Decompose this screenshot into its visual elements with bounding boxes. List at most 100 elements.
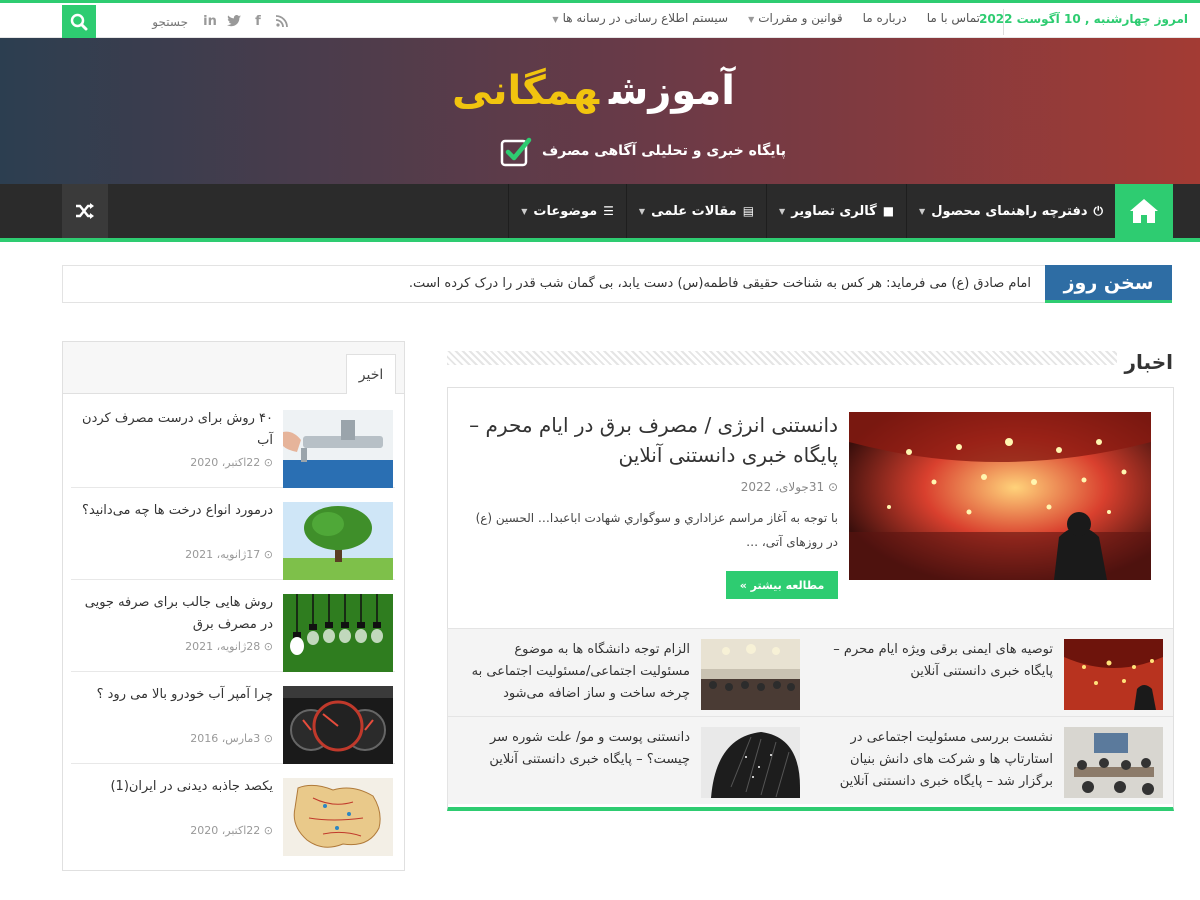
site-tagline: پایگاه خبری و تحلیلی آگاهی مصرف: [500, 135, 786, 167]
post-date-text: 17ژانویه، 2021: [185, 548, 261, 561]
nav-item-articles[interactable]: ▤ مقالات علمی ▼: [625, 184, 766, 238]
clock-icon: ⊙: [263, 548, 273, 561]
nav-item-topics[interactable]: ☰ موضوعات ▼: [508, 184, 626, 238]
main-nav: ☰ موضوعات ▼ ▤ مقالات علمی ▼ ■ گالری تصاو…: [0, 184, 1200, 242]
post-title[interactable]: چرا آمپر آب خودرو بالا می رود ؟: [75, 684, 273, 706]
clock-icon: ⊙: [263, 640, 273, 653]
post-title[interactable]: روش هایی جالب برای صرفه جویی در مصرف برق: [75, 592, 273, 636]
post-title[interactable]: ۴۰ روش برای درست مصرف کردن آب: [75, 408, 273, 452]
news-item-thumbnail[interactable]: [701, 727, 800, 798]
nav-item-label: مقالات علمی: [651, 203, 737, 219]
topnav-item-about[interactable]: درباره ما: [863, 11, 907, 25]
nav-item-label: دفترچه راهنمای محصول: [931, 203, 1088, 219]
rss-icon[interactable]: [274, 13, 290, 29]
quote-of-day: سخن روز امام صادق (ع) می فرمايد: هر کس ب…: [62, 265, 1172, 303]
chevron-down-icon: ▼: [919, 206, 926, 216]
random-post-button[interactable]: [62, 184, 108, 238]
quote-label: سخن روز: [1045, 265, 1172, 303]
chevron-down-icon: ▼: [748, 15, 755, 24]
topnav-item-rules[interactable]: قوانین و مقررات▼: [748, 11, 843, 25]
list-item[interactable]: یکصد جاذبه دیدنی در ایران(1) ⊙ 22اکتبر، …: [71, 766, 395, 856]
nav-item-manual[interactable]: ⏻ دفترچه راهنمای محصول ▼: [906, 184, 1115, 238]
post-date-text: 3مارس، 2016: [190, 732, 261, 745]
nav-item-gallery[interactable]: ■ گالری تصاویر ▼: [766, 184, 906, 238]
list-item[interactable]: درمورد انواع درخت ها چه می‌دانید؟ ⊙ 17ژا…: [71, 490, 395, 580]
top-nav: سیستم اطلاع رسانی در رسانه ها▼ قوانین و …: [552, 11, 980, 25]
chevron-down-icon: ▼: [638, 206, 646, 216]
chevron-down-icon: ▼: [521, 206, 528, 216]
post-thumbnail[interactable]: [283, 686, 393, 764]
today-date: امروز چهارشنبه , 10 آگوست 2022: [979, 12, 1188, 26]
book-icon: ▤: [742, 204, 755, 218]
post-date: ⊙ 17ژانویه، 2021: [185, 548, 273, 561]
post-thumbnail[interactable]: [283, 778, 393, 856]
tagline-text: پایگاه خبری و تحلیلی آگاهی مصرف: [542, 143, 787, 159]
logo-word-1: آموزش: [609, 68, 735, 114]
post-date: ⊙ 28ژانویه، 2021: [185, 640, 273, 653]
clock-icon: ⊙: [263, 732, 273, 745]
news-item-title[interactable]: نشست بررسی مسئولیت اجتماعی در استارتاپ ه…: [828, 727, 1053, 797]
news-box: دانستنی انرژی / مصرف برق در ایام محرم – …: [447, 387, 1174, 811]
section-divider: [447, 351, 1117, 365]
featured-date: ⊙ 31جولای، 2022: [741, 480, 838, 494]
featured-date-text: 31جولای، 2022: [740, 480, 825, 494]
news-item-title[interactable]: دانستنی پوست و مو/ علت شوره سر چیست؟ – پ…: [465, 727, 690, 797]
shuffle-icon: [76, 203, 94, 219]
news-item-thumbnail[interactable]: [1064, 639, 1163, 710]
clock-icon: ⊙: [827, 480, 838, 494]
featured-title[interactable]: دانستنی انرژی / مصرف برق در ایام محرم – …: [468, 410, 838, 470]
topnav-item-media[interactable]: سیستم اطلاع رسانی در رسانه ها▼: [552, 11, 728, 25]
top-bar: in f سیستم اطلاع رسانی در رسانه ها▼ قوان…: [0, 0, 1200, 39]
checkbox-check-icon: [500, 137, 532, 167]
read-more-button[interactable]: مطالعه بیشتر »: [726, 571, 838, 599]
search-button[interactable]: [62, 5, 96, 39]
topnav-item-contact[interactable]: تماس با ما: [927, 11, 980, 25]
news-section-title: اخبار: [1124, 350, 1173, 374]
logo-word-2: همگانی: [452, 68, 599, 114]
nav-item-label: گالری تصاویر: [791, 203, 877, 219]
news-item-thumbnail[interactable]: [701, 639, 800, 710]
post-title[interactable]: یکصد جاذبه دیدنی در ایران(1): [75, 776, 273, 798]
header-banner: آموزشهمگانی پایگاه خبری و تحلیلی آگاهی م…: [0, 38, 1200, 184]
news-item[interactable]: توصیه های ایمنی برقی ویژه ایام محرم – پا…: [810, 628, 1173, 716]
news-item[interactable]: نشست بررسی مسئولیت اجتماعی در استارتاپ ه…: [810, 716, 1173, 804]
post-title[interactable]: درمورد انواع درخت ها چه می‌دانید؟: [75, 500, 273, 522]
chevron-down-icon: ▼: [779, 206, 786, 216]
news-item[interactable]: الزام توجه دانشگاه ها به موضوع مسئولیت ا…: [447, 628, 810, 716]
power-icon: ⏻: [1093, 203, 1104, 218]
home-icon: [1130, 199, 1158, 223]
quote-text: امام صادق (ع) می فرمايد: هر کس به شناخت …: [408, 276, 1031, 291]
linkedin-icon[interactable]: in: [202, 13, 218, 29]
news-item-title[interactable]: توصیه های ایمنی برقی ویژه ایام محرم – پا…: [828, 639, 1053, 709]
sidebar-recent: اخیر ۴۰ روش برای درست مصرف کردن آب ⊙ 22ا…: [62, 341, 405, 871]
search-icon: [70, 13, 88, 31]
news-item-thumbnail[interactable]: [1064, 727, 1163, 798]
tab-recent[interactable]: اخیر: [346, 354, 396, 394]
list-item[interactable]: چرا آمپر آب خودرو بالا می رود ؟ ⊙ 3مارس،…: [71, 674, 395, 764]
post-thumbnail[interactable]: [283, 594, 393, 672]
post-date-text: 28ژانویه، 2021: [185, 640, 261, 653]
chevron-down-icon: ▼: [552, 15, 559, 24]
clock-icon: ⊙: [263, 456, 273, 469]
facebook-icon[interactable]: f: [250, 13, 266, 29]
post-date-text: 22اکتبر، 2020: [190, 824, 261, 837]
post-thumbnail[interactable]: [283, 410, 393, 488]
post-date: ⊙ 22اکتبر، 2020: [190, 824, 273, 837]
clock-icon: ⊙: [263, 824, 273, 837]
search-input[interactable]: [98, 12, 188, 32]
sidebar-tabs: اخیر: [63, 342, 404, 394]
news-item[interactable]: دانستنی پوست و مو/ علت شوره سر چیست؟ – پ…: [447, 716, 810, 804]
home-button[interactable]: [1115, 184, 1173, 238]
main-nav-items: ☰ موضوعات ▼ ▤ مقالات علمی ▼ ■ گالری تصاو…: [508, 184, 1115, 238]
news-item-title[interactable]: الزام توجه دانشگاه ها به موضوع مسئولیت ا…: [465, 639, 690, 709]
list-item[interactable]: ۴۰ روش برای درست مصرف کردن آب ⊙ 22اکتبر،…: [71, 398, 395, 488]
video-camera-icon: ■: [882, 204, 895, 218]
post-date-text: 22اکتبر، 2020: [190, 456, 261, 469]
post-date: ⊙ 3مارس، 2016: [190, 732, 273, 745]
twitter-icon[interactable]: [226, 13, 242, 29]
post-thumbnail[interactable]: [283, 502, 393, 580]
featured-image[interactable]: [849, 412, 1151, 580]
site-logo[interactable]: آموزشهمگانی: [452, 68, 735, 114]
list-item[interactable]: روش هایی جالب برای صرفه جویی در مصرف برق…: [71, 582, 395, 672]
social-links: in f: [202, 13, 290, 29]
